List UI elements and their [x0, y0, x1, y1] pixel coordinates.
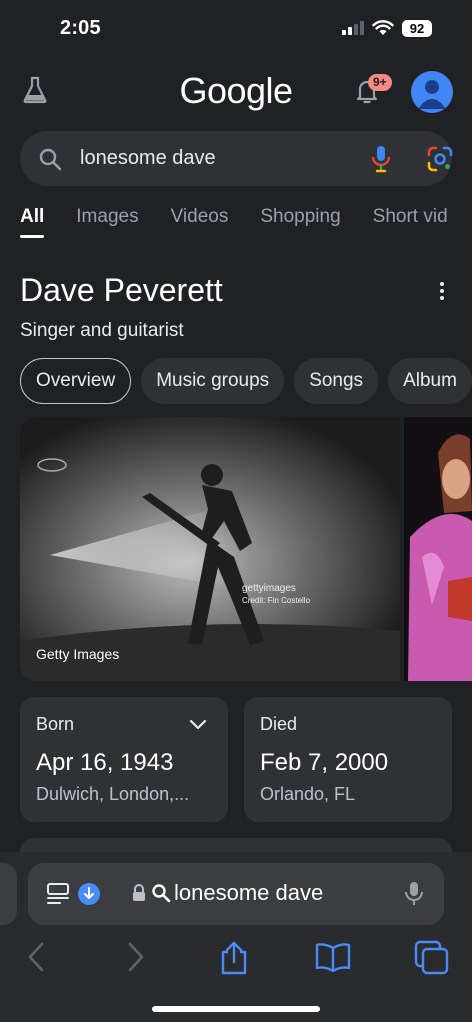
address-search-icon [152, 884, 171, 903]
died-date: Feb 7, 2000 [260, 749, 389, 776]
search-input[interactable]: lonesome dave [80, 147, 216, 170]
chevron-left-icon [28, 942, 44, 972]
born-label: Born [36, 714, 75, 734]
status-icons: 92 [342, 19, 432, 37]
browser-nav-row [0, 940, 472, 980]
person-icon [418, 80, 446, 109]
tab-images[interactable]: Images [76, 206, 138, 228]
back-button[interactable] [24, 940, 48, 979]
chip-overview[interactable]: Overview [20, 358, 132, 404]
chip-songs[interactable]: Songs [294, 358, 379, 404]
forward-button[interactable] [124, 940, 148, 979]
kp-chips: Overview Music groups Songs Album [20, 358, 472, 404]
share-button[interactable] [218, 940, 250, 981]
download-icon[interactable] [78, 883, 100, 905]
chevron-down-icon[interactable] [188, 717, 208, 731]
tab-all[interactable]: All [20, 206, 45, 238]
kp-main-photo[interactable]: gettyimages Credit: Fin Costello [20, 417, 400, 681]
voice-search-mic-icon[interactable] [370, 144, 392, 174]
home-indicator [152, 1006, 320, 1012]
died-label: Died [260, 714, 298, 734]
born-card[interactable]: Born Apr 16, 1943 Dulwich, London,... [20, 697, 228, 822]
more-options-icon[interactable] [438, 282, 446, 304]
getty-watermark: gettyimages [242, 583, 296, 594]
chip-music-groups[interactable]: Music groups [141, 358, 285, 404]
died-card[interactable]: Died Feb 7, 2000 Orlando, FL [244, 697, 452, 822]
address-text[interactable]: lonesome dave [174, 880, 323, 906]
notification-badge: 9+ [368, 74, 392, 91]
kp-secondary-photo[interactable] [404, 417, 472, 681]
status-time: 2:05 [60, 16, 101, 39]
google-lens-icon[interactable] [426, 145, 454, 173]
lock-icon [133, 884, 145, 901]
account-avatar[interactable] [411, 71, 453, 113]
address-bar[interactable]: lonesome dave [28, 863, 444, 925]
image-credit: Getty Images [36, 646, 120, 662]
dictation-mic-icon[interactable] [404, 880, 424, 908]
tabs-overview-icon [414, 940, 449, 975]
getty-watermark-credit: Credit: Fin Costello [242, 596, 311, 605]
died-place: Orlando, FL [260, 784, 356, 804]
search-box[interactable]: lonesome dave [20, 131, 454, 186]
kp-title: Dave Peverett [20, 272, 223, 308]
cellular-signal-icon [342, 21, 364, 35]
google-header: Google 9+ [0, 62, 472, 122]
concert-photo: gettyimages Credit: Fin Costello [20, 417, 400, 681]
google-logo[interactable]: Google [0, 70, 472, 112]
chip-albums[interactable]: Album [388, 358, 472, 404]
status-bar: 2:05 92 [0, 0, 472, 56]
performer-photo [404, 417, 472, 681]
wifi-icon [372, 20, 394, 35]
page-menu-icon[interactable] [46, 882, 72, 906]
battery-icon: 92 [402, 19, 432, 37]
bookmarks-button[interactable] [314, 940, 352, 979]
born-date: Apr 16, 1943 [36, 749, 174, 776]
search-icon [39, 148, 62, 171]
share-icon [221, 941, 247, 975]
born-place: Dulwich, London,... [36, 784, 190, 804]
tabs-button[interactable] [414, 940, 450, 981]
browser-bottom-bar: lonesome dave [0, 852, 472, 1022]
search-tabs: All Images Videos Shopping Short vid [20, 206, 448, 238]
book-icon [315, 943, 351, 973]
tab-short-videos[interactable]: Short vid [373, 206, 448, 228]
tab-videos[interactable]: Videos [171, 206, 229, 228]
previous-tab-edge[interactable] [0, 863, 17, 925]
chevron-right-icon [128, 942, 144, 972]
kp-subtitle: Singer and guitarist [20, 320, 184, 341]
tab-shopping[interactable]: Shopping [260, 206, 340, 228]
